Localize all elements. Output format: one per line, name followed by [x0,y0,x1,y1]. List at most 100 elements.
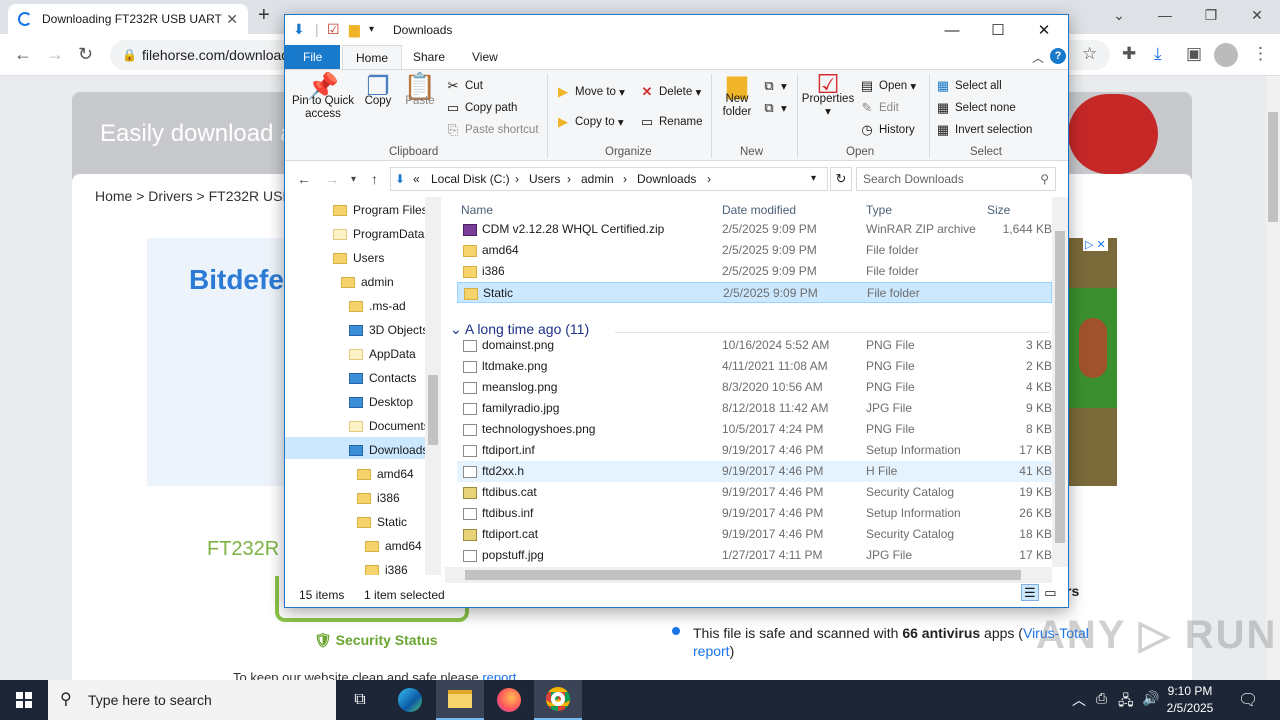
group-header[interactable]: ⌄ A long time ago (11) [450,321,589,338]
firefox-app[interactable] [485,680,533,720]
file-list-hscrollbar[interactable] [445,567,1052,583]
nav-item[interactable]: admin [341,271,394,293]
new-folder-quick-icon[interactable]: ▆ [349,21,360,38]
properties-button[interactable]: ☑ Properties ▾ [799,71,857,119]
nav-item[interactable]: Static [357,511,407,533]
explorer-address-bar[interactable]: ⬇ « Local Disk (C:) › Users › admin › Do… [390,167,828,191]
explorer-minimize-button[interactable]: — [929,15,975,45]
nav-item[interactable]: Documents [349,415,430,437]
nav-item[interactable]: i386 [357,487,400,509]
delete-button[interactable]: ✕ Delete ▾ [639,84,702,100]
tab-file[interactable]: File [285,45,341,69]
nav-item[interactable]: 3D Objects [349,319,428,341]
nav-item[interactable]: Desktop [349,391,413,413]
edit-button[interactable]: ✎ Edit [859,100,899,116]
move-to-button[interactable]: ▶ Move to ▾ [555,84,625,100]
ad-choices-icon[interactable]: ▷ ✕ [1083,238,1108,251]
easy-access-button[interactable]: ⧉ ▾ [761,100,786,116]
open-button[interactable]: ▤ Open ▾ [859,78,916,94]
column-date[interactable]: Date modified [722,203,796,217]
new-item-button[interactable]: ⧉ ▾ [761,78,786,94]
tab-view[interactable]: View [459,45,511,69]
ad-banner[interactable]: Bitdefe [147,238,287,486]
download-icon[interactable]: ⤓ [1154,44,1162,64]
rename-button[interactable]: ▭ Rename [639,114,703,130]
address-part[interactable]: admin [581,168,614,190]
address-part[interactable]: Local Disk (C:) [431,168,510,190]
clock[interactable]: 9:10 PM 2/5/2025 [1160,683,1220,717]
details-view-icon[interactable]: ☰ [1021,584,1039,601]
up-folder-icon[interactable]: ↑ [371,171,378,187]
file-row[interactable]: i386 2/5/2025 9:09 PM File folder [457,261,1052,282]
file-row[interactable]: amd64 2/5/2025 9:09 PM File folder [457,240,1052,261]
address-part[interactable]: Users [529,168,560,190]
paste-button[interactable]: 📋 Paste [403,73,437,108]
file-row[interactable]: ftd2xx.h 9/19/2017 4:46 PM H File 41 KB [457,461,1052,482]
file-row[interactable]: ftdiport.cat 9/19/2017 4:46 PM Security Ca… [457,524,1052,545]
security-status[interactable]: 🛡 Security Status [314,632,438,649]
edge-app[interactable] [386,680,434,720]
column-size[interactable]: Size [987,203,1010,217]
refresh-icon[interactable]: ↻ [830,167,852,191]
nav-item[interactable]: Downloads [349,439,428,461]
file-row[interactable]: ftdibus.cat 9/19/2017 4:46 PM Security Cat… [457,482,1052,503]
tab-share[interactable]: Share [400,45,458,69]
side-panel-icon[interactable]: ▣ [1186,44,1202,64]
restore-button[interactable]: ❐ [1188,0,1234,30]
explorer-forward-icon[interactable]: → [325,171,339,187]
ad-image[interactable] [1069,238,1117,486]
nav-item[interactable]: amd64 [365,535,422,557]
menu-icon[interactable]: ⋮ [1252,44,1269,64]
file-row[interactable]: Static 2/5/2025 9:09 PM File folder [457,282,1052,303]
file-row[interactable]: technologyshoes.png 10/5/2017 4:24 PM PNG … [457,419,1052,440]
nav-item[interactable]: ProgramData [333,223,424,245]
network-icon[interactable]: 🖧 [1118,690,1134,714]
explorer-search-input[interactable]: Search Downloads ⚲ [856,167,1056,191]
file-row[interactable]: CDM v2.12.28 WHQL Certified.zip 2/5/2025 … [457,219,1052,240]
nav-scrollbar[interactable] [425,197,441,575]
forward-icon[interactable]: → [46,44,64,65]
page-scrollbar[interactable] [1266,76,1280,680]
reload-icon[interactable]: ↻ [78,44,93,65]
bookmark-star-icon[interactable]: ☆ [1082,44,1097,64]
chrome-app[interactable] [534,680,582,720]
recent-locations-icon[interactable]: ▾ [351,174,356,185]
explorer-maximize-button[interactable]: ☐ [975,15,1021,45]
start-button[interactable] [0,680,48,720]
tab-search-icon[interactable]: ⌄ [1096,0,1142,30]
extensions-icon[interactable]: ✚ [1122,44,1136,64]
close-window-button[interactable]: ✕ [1234,0,1280,30]
customize-quick-access-icon[interactable]: ▾ [369,24,374,35]
volume-icon[interactable]: 🔊 [1142,690,1159,707]
file-row[interactable]: ftdiport.inf 9/19/2017 4:46 PM Setup Infor… [457,440,1052,461]
properties-quick-icon[interactable]: ☑ [327,21,340,38]
copy-to-button[interactable]: ▶ Copy to ▾ [555,114,624,130]
file-row[interactable]: meanslog.png 8/3/2020 10:56 AM PNG File 4 K… [457,377,1052,398]
nav-item[interactable]: .ms-ad [349,295,406,317]
nav-item[interactable]: AppData [349,343,416,365]
taskbar-search[interactable]: ⚲ Type here to search [48,680,336,720]
file-explorer-app[interactable] [436,680,484,720]
file-row[interactable]: ftdibus.inf 9/19/2017 4:46 PM Setup Inform… [457,503,1052,524]
new-tab-button[interactable]: + [258,4,270,27]
large-icons-view-icon[interactable]: ▭ [1042,585,1058,600]
explorer-back-icon[interactable]: ← [297,171,311,187]
tab-home[interactable]: Home [342,45,403,69]
invert-selection-button[interactable]: ▦ Invert selection [935,122,1033,138]
pin-quick-access-button[interactable]: 📌 Pin to Quick access [291,73,355,121]
history-button[interactable]: ◷ History [859,122,914,138]
close-tab-icon[interactable]: ✕ [226,11,238,28]
select-none-button[interactable]: ▦ Select none [935,100,1016,116]
nav-item[interactable]: amd64 [357,463,414,485]
nav-item[interactable]: Contacts [349,367,416,389]
paste-shortcut-button[interactable]: ⎘ Paste shortcut [445,122,539,138]
file-row[interactable]: familyradio.jpg 8/12/2018 11:42 AM JPG Fil… [457,398,1052,419]
copy-path-button[interactable]: ▭ Copy path [445,100,518,116]
device-icon[interactable]: ⎙ [1096,690,1107,707]
copy-button[interactable]: ❐ Copy [361,73,395,108]
new-folder-button[interactable]: ▆ New folder [717,71,757,119]
back-icon[interactable]: ← [14,44,32,65]
browser-tab[interactable]: Downloading FT232R USB UART ✕ [8,4,248,34]
profile-avatar[interactable] [1214,43,1238,67]
explorer-close-button[interactable]: ✕ [1021,15,1067,45]
